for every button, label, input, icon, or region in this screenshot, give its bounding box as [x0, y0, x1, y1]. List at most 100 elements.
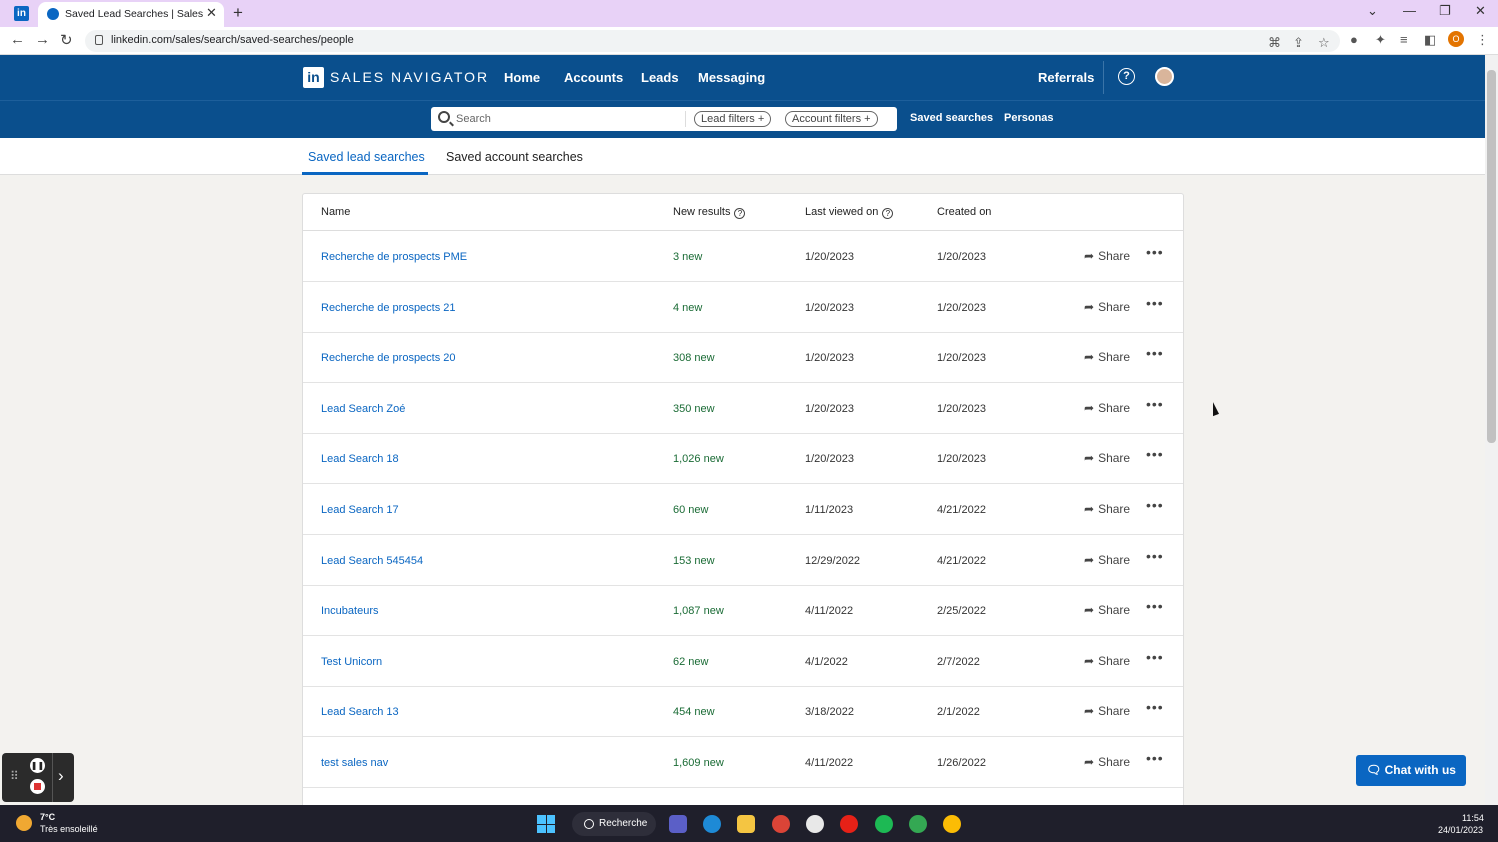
share-button[interactable]: ➦ Share — [1084, 249, 1130, 263]
table-row[interactable]: Lead Search 545454 153 new 12/29/2022 4/21/… — [303, 535, 1183, 586]
personas-link[interactable]: Personas — [1004, 112, 1054, 124]
table-row[interactable]: Incubateurs 1,087 new 4/11/2022 2/25/2022 ➦ S… — [303, 585, 1183, 637]
weather-description[interactable]: Très ensoleillé — [40, 824, 98, 834]
search-input[interactable]: Search — [456, 113, 491, 125]
search-name-link[interactable]: Recherche de prospects PME — [321, 251, 467, 263]
help-circle-icon[interactable]: ? — [882, 208, 894, 219]
search-name-link[interactable]: Test Unicorn — [321, 656, 382, 668]
search-name-link[interactable]: Lead Search 18 — [321, 453, 399, 465]
browser-menu-icon[interactable]: ⋮ — [1476, 32, 1489, 48]
tab-close-icon[interactable]: ✕ — [206, 5, 217, 21]
nav-accounts[interactable]: Accounts — [564, 70, 623, 85]
media-player-icon[interactable] — [840, 815, 858, 833]
nav-referrals[interactable]: Referrals — [1038, 70, 1094, 85]
side-panel-icon[interactable]: ◧ — [1424, 32, 1436, 48]
table-row[interactable]: Lead Search 13 454 new 3/18/2022 2/1/2022 ➦ S… — [303, 686, 1183, 738]
table-row[interactable]: Lead Search Zoé 350 new 1/20/2023 1/20/2023… — [303, 383, 1183, 434]
forward-icon[interactable]: → — [35, 31, 50, 48]
window-close-icon[interactable]: ✕ — [1475, 3, 1486, 19]
table-row[interactable]: Recherche de prospects 20 308 new 1/20/202… — [303, 332, 1183, 384]
table-row[interactable]: Test Unicorn 62 new 4/1/2022 2/7/2022 ➦ Share… — [303, 636, 1183, 687]
chat-with-us-button[interactable]: 🗨 Chat with us — [1356, 755, 1466, 786]
more-options-icon[interactable]: ••• — [1146, 396, 1164, 412]
table-row[interactable]: Recherche de prospects 21 4 new 1/20/2023 1… — [303, 282, 1183, 333]
share-button[interactable]: ➦ Share — [1084, 502, 1130, 516]
saved-searches-link[interactable]: Saved searches — [910, 112, 993, 124]
lead-filters-button[interactable]: Lead filters + — [694, 111, 772, 127]
share-button[interactable]: ➦ Share — [1084, 401, 1130, 415]
pause-icon[interactable]: ❚❚ — [30, 758, 45, 773]
new-results-link[interactable]: 1,609 new — [673, 757, 724, 769]
share-button[interactable]: ➦ Share — [1084, 704, 1130, 718]
more-options-icon[interactable]: ••• — [1146, 598, 1164, 614]
share-button[interactable]: ➦ Share — [1084, 755, 1130, 769]
extensions-puzzle-icon[interactable]: ✦ — [1375, 32, 1386, 48]
account-filters-button[interactable]: Account filters + — [785, 111, 878, 127]
brand-title[interactable]: SALES NAVIGATOR — [330, 69, 489, 85]
table-row[interactable]: test sales nav 1,609 new 4/11/2022 1/26/202… — [303, 737, 1183, 788]
scrollbar-thumb[interactable] — [1487, 70, 1496, 443]
omnibox[interactable]: linkedin.com/sales/search/saved-searches… — [85, 30, 1340, 52]
slack-icon[interactable] — [806, 815, 824, 833]
browser-tab-active[interactable]: Saved Lead Searches | Sales Navi ✕ — [38, 2, 224, 27]
new-tab-icon[interactable]: + — [233, 3, 243, 23]
new-results-link[interactable]: 350 new — [673, 403, 715, 415]
table-row[interactable]: Lead Search 18 1,026 new 1/20/2023 1/20/202… — [303, 433, 1183, 485]
search-name-link[interactable]: Incubateurs — [321, 605, 378, 617]
translate-icon[interactable]: ⌘ — [1268, 35, 1281, 51]
reload-icon[interactable]: ↻ — [60, 31, 73, 49]
more-options-icon[interactable]: ••• — [1146, 345, 1164, 361]
tab-saved-account-searches[interactable]: Saved account searches — [446, 150, 583, 164]
spotify-icon[interactable] — [875, 815, 893, 833]
new-results-link[interactable]: 60 new — [673, 504, 708, 516]
chrome-profile-icon[interactable] — [909, 815, 927, 833]
help-icon[interactable]: ? — [1118, 68, 1135, 85]
stop-icon[interactable] — [30, 779, 45, 794]
search-name-link[interactable]: Lead Search 545454 — [321, 555, 423, 567]
search-name-link[interactable]: Recherche de prospects 21 — [321, 302, 456, 314]
more-options-icon[interactable]: ••• — [1146, 699, 1164, 715]
weather-temperature[interactable]: 7°C — [40, 812, 55, 822]
share-button[interactable]: ➦ Share — [1084, 553, 1130, 567]
restore-icon[interactable]: ❐ — [1439, 3, 1451, 19]
new-results-link[interactable]: 308 new — [673, 352, 715, 364]
more-options-icon[interactable]: ••• — [1146, 497, 1164, 513]
more-options-icon[interactable]: ••• — [1146, 750, 1164, 766]
chrome-icon[interactable] — [772, 815, 790, 833]
weather-sun-icon[interactable] — [16, 815, 32, 831]
help-circle-icon[interactable]: ? — [734, 208, 746, 219]
taskbar-search-button[interactable]: Recherche — [572, 812, 656, 836]
tab-saved-lead-searches[interactable]: Saved lead searches — [308, 150, 425, 164]
nav-home[interactable]: Home — [504, 70, 540, 85]
nav-messaging[interactable]: Messaging — [698, 70, 765, 85]
new-results-link[interactable]: 153 new — [673, 555, 715, 567]
share-button[interactable]: ➦ Share — [1084, 300, 1130, 314]
page-scrollbar[interactable] — [1485, 55, 1498, 805]
share-button[interactable]: ➦ Share — [1084, 654, 1130, 668]
reading-list-icon[interactable]: ≡ — [1400, 32, 1408, 47]
share-button[interactable]: ➦ Share — [1084, 603, 1130, 617]
nav-leads[interactable]: Leads — [641, 70, 679, 85]
linkedin-pinned-tab-icon[interactable]: in — [14, 6, 29, 21]
new-results-link[interactable]: 1,026 new — [673, 453, 724, 465]
minimize-icon[interactable]: — — [1403, 3, 1416, 18]
bookmark-star-icon[interactable]: ☆ — [1318, 35, 1330, 51]
more-options-icon[interactable]: ••• — [1146, 548, 1164, 564]
search-name-link[interactable]: Lead Search 13 — [321, 706, 399, 718]
search-name-link[interactable]: Lead Search Zoé — [321, 403, 405, 415]
tab-search-chevron-icon[interactable]: ⌄ — [1367, 3, 1378, 19]
edge-icon[interactable] — [703, 815, 721, 833]
chrome-active-icon[interactable] — [943, 815, 961, 833]
more-options-icon[interactable]: ••• — [1146, 446, 1164, 462]
global-search-box[interactable]: Search Lead filters + Account filters + — [431, 107, 897, 131]
user-avatar[interactable] — [1155, 67, 1174, 86]
search-name-link[interactable]: Recherche de prospects 20 — [321, 352, 456, 364]
expand-chevron-icon[interactable]: › — [58, 766, 64, 786]
new-results-link[interactable]: 1,087 new — [673, 605, 724, 617]
more-options-icon[interactable]: ••• — [1146, 295, 1164, 311]
profile-avatar[interactable]: O — [1448, 31, 1464, 47]
teams-icon[interactable] — [669, 815, 687, 833]
linkedin-logo-icon[interactable]: in — [303, 67, 324, 88]
extension-blue-icon[interactable]: ● — [1350, 32, 1358, 47]
search-name-link[interactable]: test sales nav — [321, 757, 388, 769]
